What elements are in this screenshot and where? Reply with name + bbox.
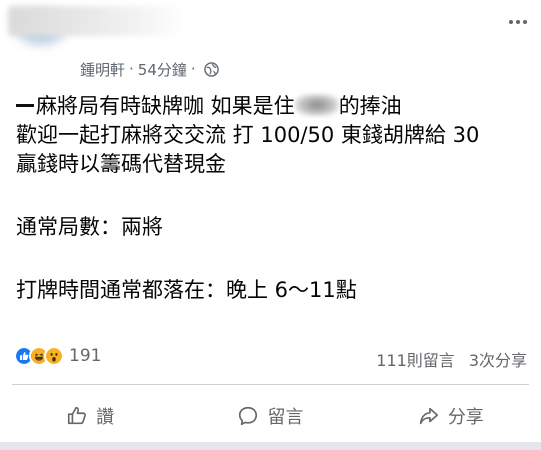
like-button[interactable]: 讚 [0,396,180,436]
redaction-blur [294,94,339,116]
blurred-header [8,6,188,36]
globe-icon [203,61,219,77]
share-count[interactable]: 3次分享 [469,347,527,371]
post-content: 麻將局有時缺牌咖 如果是住 的捧油 歡迎一起打麻將交交流 打 100/50 東錢胡… [16,92,531,305]
comment-button[interactable]: 留言 [180,396,360,436]
divider [12,384,529,385]
like-label: 讚 [96,407,115,428]
share-icon [419,407,438,425]
reaction-summary[interactable]: 191 [14,346,101,366]
share-label: 分享 [447,407,484,428]
comment-icon [239,406,258,426]
comment-count[interactable]: 111則留言 [376,347,455,371]
thumbs-up-icon [68,406,87,425]
reaction-count: 191 [69,346,102,366]
bottom-separator [0,442,541,450]
wow-icon [44,346,64,366]
comment-label: 留言 [267,407,304,428]
meta-separator: · [129,60,134,78]
content-text: 麻將局有時缺牌咖 如果是住 [36,94,295,118]
engagement-stats: 111則留言 3次分享 [376,347,527,371]
content-line-1: 麻將局有時缺牌咖 如果是住 的捧油 [16,92,531,121]
post-meta: 鍾明軒 · 54分鐘 · [80,58,219,80]
action-bar: 讚 留言 分享 [0,396,541,436]
share-button[interactable]: 分享 [361,396,541,436]
content-line-3: 贏錢時以籌碼代替現金 [16,152,226,176]
content-line-2: 歡迎一起打麻將交交流 打 100/50 東錢胡牌給 30 [16,123,480,147]
more-options-icon[interactable] [509,20,527,24]
post-time[interactable]: 54分鐘 [138,59,187,80]
content-line-4: 通常局數：兩將 [16,215,163,239]
content-text: 的捧油 [338,94,402,118]
facebook-post: 鍾明軒 · 54分鐘 · 麻將局有時缺牌咖 如果是住 的捧油 歡迎一起打麻將交交流… [0,0,541,450]
redaction-mark [16,104,34,107]
content-line-5: 打牌時間通常都落在：晚上 6～11點 [16,278,357,302]
author-name[interactable]: 鍾明軒 [80,59,125,80]
meta-separator: · [190,60,196,78]
